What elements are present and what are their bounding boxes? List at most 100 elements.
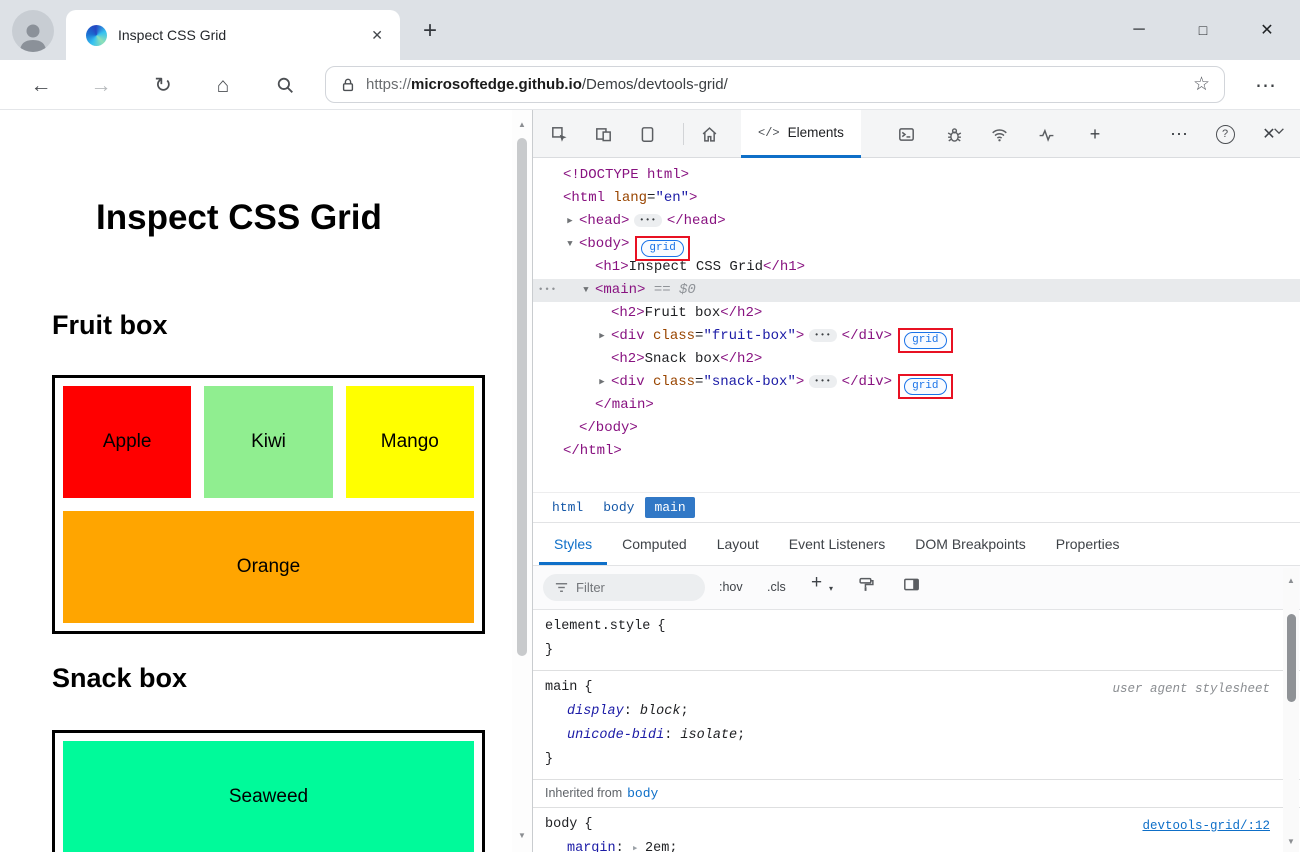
css-declaration[interactable]: display: block; [545, 700, 1288, 724]
dom-tree-row[interactable]: ▶<div class="snack-box">•••</div>grid [533, 371, 1300, 394]
css-property-value: block [640, 704, 681, 719]
styles-filter-input[interactable] [576, 580, 686, 595]
tab-close-icon[interactable]: ✕ [366, 25, 388, 46]
help-button[interactable]: ? [1207, 116, 1243, 152]
breadcrumb-item-main[interactable]: main [645, 497, 694, 518]
dom-tree-row[interactable]: </html> [533, 440, 1300, 463]
forward-button[interactable]: → [83, 66, 119, 104]
tab-properties[interactable]: Properties [1041, 523, 1135, 565]
network-tab-button[interactable] [981, 116, 1017, 152]
css-declaration[interactable]: margin: ▸ 2em; [545, 837, 1288, 852]
scroll-down-icon[interactable]: ▼ [1283, 837, 1299, 846]
new-tab-button[interactable]: + [412, 13, 448, 49]
expand-arrow-icon[interactable]: ▶ [595, 371, 609, 394]
panel-tabs-overflow-button[interactable] [1272, 124, 1286, 138]
grid-badge[interactable]: grid [904, 332, 946, 349]
grid-badge[interactable]: grid [641, 240, 683, 257]
browser-tab[interactable]: Inspect CSS Grid ✕ [66, 10, 400, 60]
minimize-button[interactable]: ─ [1119, 11, 1159, 49]
new-style-rule-button[interactable]: + [811, 572, 822, 594]
styles-scrollbar[interactable]: ▲ ▼ [1283, 568, 1299, 852]
class-toggle-button[interactable]: .cls [767, 580, 786, 594]
home-button[interactable]: ⌂ [205, 66, 241, 104]
page-scrollbar-thumb[interactable] [517, 138, 527, 656]
more-tools-button[interactable]: ⋯ [1161, 116, 1197, 152]
row-more-icon[interactable]: ••• [538, 279, 557, 302]
dom-tree-row[interactable]: ▶<div class="fruit-box">•••</div>grid [533, 325, 1300, 348]
dom-tree-row[interactable]: <h1>Inspect CSS Grid</h1> [533, 256, 1300, 279]
code-token: > [796, 328, 804, 344]
focus-mode-button[interactable] [629, 116, 665, 152]
dom-tree-row[interactable]: •••▼<main> == $0 [533, 279, 1300, 302]
scroll-up-icon[interactable]: ▲ [1283, 576, 1299, 585]
tab-event-listeners[interactable]: Event Listeners [774, 523, 901, 565]
rule-selector[interactable]: main [545, 680, 577, 695]
dom-tree-row[interactable]: <!DOCTYPE html> [533, 164, 1300, 187]
code-token: <!DOCTYPE html> [563, 167, 689, 183]
dom-tree-row[interactable]: </main> [533, 394, 1300, 417]
expand-arrow-icon[interactable]: ▶ [563, 210, 577, 233]
dom-tree-row[interactable]: <html lang="en"> [533, 187, 1300, 210]
dom-tree-row[interactable]: ▶<head>•••</head> [533, 210, 1300, 233]
scroll-down-icon[interactable]: ▼ [512, 831, 532, 840]
url-text[interactable]: https://microsoftedge.github.io/Demos/de… [366, 76, 1183, 93]
stylesheet-source-link[interactable]: devtools-grid/:12 [1142, 814, 1270, 838]
window-close-button[interactable]: ✕ [1247, 11, 1287, 49]
settings-more-button[interactable]: ⋯ [1247, 66, 1285, 104]
expand-dots-button[interactable]: ••• [809, 329, 836, 342]
expand-dots-button[interactable]: ••• [809, 375, 836, 388]
dom-tree-row[interactable]: ▼<body>grid [533, 233, 1300, 256]
add-tool-button[interactable]: + [1077, 116, 1113, 152]
dom-tree-row[interactable]: </body> [533, 417, 1300, 440]
style-rule-main[interactable]: user agent stylesheet main{ display: blo… [533, 671, 1300, 780]
page-scrollbar[interactable]: ▲ ▼ [512, 110, 532, 852]
breadcrumb-item-body[interactable]: body [594, 497, 643, 518]
tab-dom-breakpoints[interactable]: DOM Breakpoints [900, 523, 1040, 565]
console-tab-button[interactable] [888, 116, 924, 152]
search-button[interactable] [267, 66, 303, 104]
device-emulation-button[interactable] [585, 116, 621, 152]
refresh-button[interactable]: ↻ [145, 66, 181, 104]
rule-selector[interactable]: element.style [545, 619, 650, 634]
code-token: > [796, 374, 804, 390]
dom-tree-row[interactable]: <h2>Snack box</h2> [533, 348, 1300, 371]
code-token: > [689, 190, 697, 206]
maximize-button[interactable]: □ [1183, 11, 1223, 49]
code-token: <h2> [611, 305, 645, 321]
back-button[interactable]: ← [23, 66, 59, 104]
favorites-star-icon[interactable]: ☆ [1193, 73, 1210, 96]
computed-sidebar-toggle-button[interactable] [903, 576, 920, 593]
style-rule-body[interactable]: devtools-grid/:12 body{ margin: ▸ 2em; [533, 808, 1300, 852]
code-token: </h1> [763, 259, 805, 275]
grid-badge[interactable]: grid [904, 378, 946, 395]
breadcrumb-item-html[interactable]: html [543, 497, 592, 518]
new-rule-caret-icon[interactable]: ▾ [829, 584, 833, 593]
expand-arrow-icon[interactable]: ▶ [595, 325, 609, 348]
expand-arrow-icon[interactable]: ▼ [579, 279, 593, 302]
performance-tab-button[interactable] [1028, 116, 1064, 152]
rule-body-declarations: margin: ▸ 2em; [545, 837, 1288, 852]
tab-layout[interactable]: Layout [702, 523, 774, 565]
profile-avatar[interactable] [12, 10, 54, 52]
dom-tree-row[interactable]: <h2>Fruit box</h2> [533, 302, 1300, 325]
tab-elements[interactable]: </> Elements [741, 110, 861, 158]
shorthand-expand-icon[interactable]: ▸ [632, 843, 645, 852]
expand-dots-button[interactable]: ••• [634, 214, 661, 227]
style-rule-element-style[interactable]: element.style{ } [533, 610, 1300, 671]
styles-scrollbar-thumb[interactable] [1287, 614, 1296, 702]
css-declaration[interactable]: unicode-bidi: isolate; [545, 724, 1288, 748]
inherited-body-link[interactable]: body [627, 786, 658, 801]
address-bar[interactable]: https://microsoftedge.github.io/Demos/de… [325, 66, 1225, 103]
inspect-element-button[interactable] [541, 116, 577, 152]
rendering-emulation-button[interactable] [858, 576, 875, 593]
debugger-tab-button[interactable] [936, 116, 972, 152]
scroll-up-icon[interactable]: ▲ [512, 120, 532, 129]
rule-selector[interactable]: body [545, 817, 577, 832]
styles-filter[interactable] [543, 574, 705, 601]
hover-state-button[interactable]: :hov [719, 580, 743, 594]
tab-styles[interactable]: Styles [539, 523, 607, 565]
welcome-home-button[interactable] [691, 116, 727, 152]
expand-arrow-icon[interactable]: ▼ [563, 233, 577, 256]
code-token: class [645, 328, 695, 344]
tab-computed[interactable]: Computed [607, 523, 702, 565]
